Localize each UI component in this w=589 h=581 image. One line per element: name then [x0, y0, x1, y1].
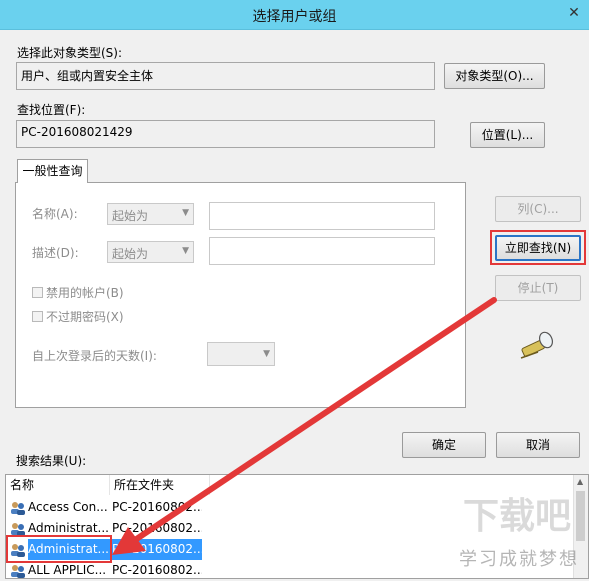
chevron-down-icon: ▼ [182, 208, 189, 218]
disabled-accounts-label: 禁用的帐户(B) [46, 286, 124, 300]
name-input[interactable] [209, 202, 435, 230]
days-since-login-label: 自上次登录后的天数(I): [32, 349, 157, 363]
common-queries-panel: 名称(A): 起始为 ▼ 描述(D): 起始为 ▼ 禁用的帐户(B) 不过期密码… [15, 182, 466, 408]
description-mode-value: 起始为 [112, 247, 149, 261]
location-field: PC-201608021429 [16, 120, 435, 148]
row-name: Access Con... [28, 500, 108, 514]
description-label: 描述(D): [32, 246, 79, 260]
user-group-icon [11, 523, 25, 536]
window-title: 选择用户或组 [252, 9, 337, 25]
column-header-name[interactable]: 名称 [6, 475, 110, 495]
name-mode-value: 起始为 [112, 209, 149, 223]
name-mode-select[interactable]: 起始为 ▼ [107, 203, 194, 225]
non-expiring-password-label: 不过期密码(X) [46, 310, 124, 324]
location-label: 查找位置(F): [17, 103, 86, 117]
object-type-field: 用户、组或内置安全主体 [16, 62, 435, 90]
days-since-login-select[interactable]: ▼ [207, 342, 275, 366]
find-now-highlight [490, 230, 586, 265]
columns-button[interactable]: 列(C)... [495, 196, 581, 222]
row-folder: PC-20160802... [112, 563, 202, 577]
close-icon[interactable]: ✕ [565, 4, 583, 22]
column-header-folder[interactable]: 所在文件夹 [110, 475, 210, 495]
non-expiring-password-checkbox[interactable] [32, 311, 43, 322]
description-mode-select[interactable]: 起始为 ▼ [107, 241, 194, 263]
scrollbar-thumb[interactable] [576, 491, 585, 541]
name-label: 名称(A): [32, 207, 78, 221]
row-folder: PC-20160802... [112, 500, 202, 514]
row-folder: PC-20160802... [112, 521, 202, 535]
scroll-up-icon[interactable]: ▲ [577, 477, 583, 486]
watermark-text: 学习成就梦想 [459, 549, 579, 570]
selected-row-highlight [6, 535, 112, 563]
row-name: ALL APPLIC... [28, 563, 107, 577]
cancel-button[interactable]: 取消 [496, 432, 580, 458]
chevron-down-icon: ▼ [182, 246, 189, 256]
object-types-button[interactable]: 对象类型(O)... [444, 63, 545, 89]
stop-button[interactable]: 停止(T) [495, 275, 581, 301]
user-group-icon [11, 502, 25, 515]
search-results-label: 搜索结果(U): [16, 454, 87, 468]
search-flashlight-icon [520, 331, 554, 359]
locations-button[interactable]: 位置(L)... [470, 122, 545, 148]
ok-button[interactable]: 确定 [402, 432, 486, 458]
tab-common-queries[interactable]: 一般性查询 [17, 159, 88, 183]
user-group-icon [11, 565, 25, 578]
description-input[interactable] [209, 237, 435, 265]
chevron-down-icon: ▼ [263, 349, 270, 359]
watermark-logo: 下载吧 [462, 496, 571, 537]
disabled-accounts-checkbox[interactable] [32, 287, 43, 298]
title-bar: 选择用户或组 ✕ [0, 0, 589, 30]
row-folder: PC-20160802... [112, 539, 202, 560]
object-type-label: 选择此对象类型(S): [17, 46, 123, 60]
